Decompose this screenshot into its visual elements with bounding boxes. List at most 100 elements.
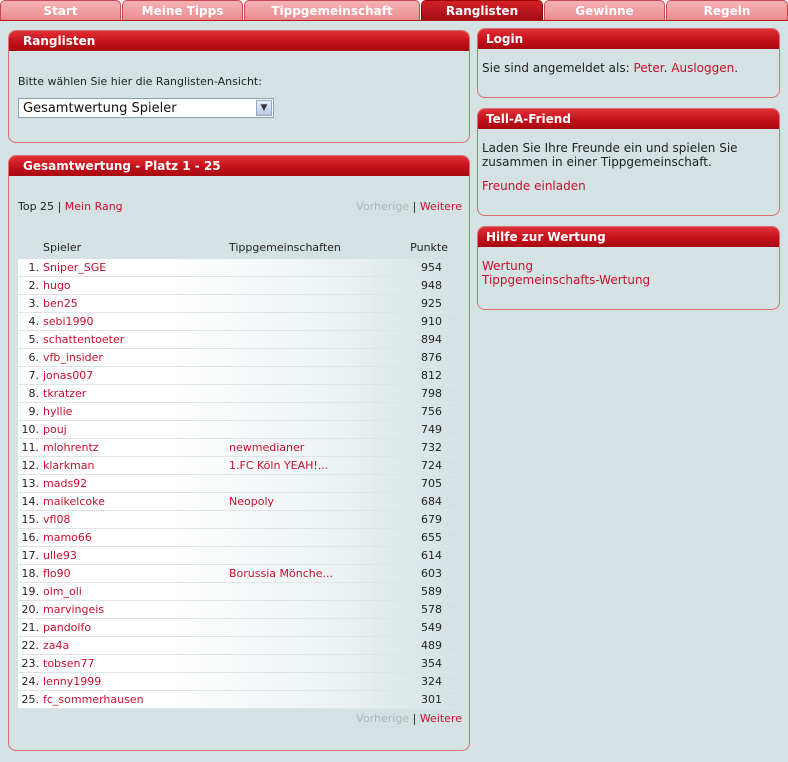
- tippgemeinschafts-wertung-link[interactable]: Tippgemeinschafts-Wertung: [482, 273, 650, 287]
- player-link[interactable]: lenny1999: [43, 675, 101, 688]
- select-value: Gesamtwertung Spieler: [23, 100, 177, 116]
- table-row: 25. fc_sommerhausen 301: [18, 691, 458, 709]
- player-link[interactable]: schattentoeter: [43, 333, 124, 346]
- ranglisten-title: Ranglisten: [9, 31, 469, 51]
- group-link[interactable]: Borussia Mönche...: [229, 567, 333, 580]
- rank-position: 20.: [21, 603, 40, 616]
- player-link[interactable]: klarkman: [43, 459, 95, 472]
- prev-link-bottom[interactable]: Vorherige: [356, 712, 409, 725]
- separator: |: [412, 200, 417, 213]
- wertung-link[interactable]: Wertung: [482, 259, 533, 273]
- rank-filter: Top 25 | Mein Rang: [18, 200, 123, 213]
- table-row: 4. sebi1990 910: [18, 313, 458, 331]
- user-link[interactable]: Peter: [633, 61, 663, 75]
- player-link[interactable]: za4a: [43, 639, 69, 652]
- player-link[interactable]: sebi1990: [43, 315, 94, 328]
- player-link[interactable]: tkratzer: [43, 387, 86, 400]
- tab-regeln[interactable]: Regeln: [666, 0, 788, 20]
- player-link[interactable]: olm_oli: [43, 585, 82, 598]
- tab-ranglisten[interactable]: Ranglisten: [421, 0, 543, 20]
- table-row: 16. mamo66 655: [18, 529, 458, 547]
- dot: .: [663, 61, 668, 75]
- points-value: 954: [421, 261, 442, 274]
- player-link[interactable]: mads92: [43, 477, 87, 490]
- points-value: 910: [421, 315, 442, 328]
- group-link[interactable]: newmedianer: [229, 441, 304, 454]
- tab-gewinne[interactable]: Gewinne: [544, 0, 665, 20]
- col-groups: Tippgemeinschaften: [229, 241, 341, 254]
- player-link[interactable]: mlohrentz: [43, 441, 99, 454]
- player-link[interactable]: pandolfo: [43, 621, 91, 634]
- points-value: 679: [421, 513, 442, 526]
- player-link[interactable]: jonas007: [43, 369, 93, 382]
- prev-link-top[interactable]: Vorherige: [356, 200, 409, 213]
- rank-position: 5.: [28, 333, 40, 346]
- ranking-table: Spieler Tippgemeinschaften Punkte 1. Snip…: [18, 241, 458, 709]
- next-link-top[interactable]: Weitere: [420, 200, 462, 213]
- table-row: 7. jonas007 812: [18, 367, 458, 385]
- points-value: 655: [421, 531, 442, 544]
- rank-position: 1.: [28, 261, 40, 274]
- player-link[interactable]: mamo66: [43, 531, 92, 544]
- table-row: 9. hyllie 756: [18, 403, 458, 421]
- ranglisten-panel: Ranglisten Bitte wählen Sie hier die Ran…: [8, 30, 470, 143]
- player-link[interactable]: ulle93: [43, 549, 77, 562]
- chevron-down-icon[interactable]: ▼: [256, 100, 272, 116]
- player-link[interactable]: fc_sommerhausen: [43, 693, 144, 706]
- tell-a-friend-title: Tell-A-Friend: [478, 109, 779, 129]
- rank-position: 19.: [21, 585, 40, 598]
- points-value: 812: [421, 369, 442, 382]
- tab-start[interactable]: Start: [0, 0, 121, 20]
- group-link[interactable]: 1.FC Köln YEAH!...: [229, 459, 328, 472]
- points-value: 489: [421, 639, 442, 652]
- table-row: 15. vfl08 679: [18, 511, 458, 529]
- points-value: 549: [421, 621, 442, 634]
- rank-position: 3.: [28, 297, 40, 310]
- col-points: Punkte: [410, 241, 448, 254]
- next-link-bottom[interactable]: Weitere: [420, 712, 462, 725]
- login-panel: Login Sie sind angemeldet als: Peter. Au…: [477, 28, 780, 98]
- ranglisten-view-select[interactable]: Gesamtwertung Spieler ▼: [18, 98, 274, 118]
- rank-position: 12.: [21, 459, 40, 472]
- points-value: 705: [421, 477, 442, 490]
- player-link[interactable]: hyllie: [43, 405, 72, 418]
- points-value: 578: [421, 603, 442, 616]
- group-link[interactable]: Neopoly: [229, 495, 274, 508]
- mein-rang-link[interactable]: Mein Rang: [65, 200, 123, 213]
- player-link[interactable]: tobsen77: [43, 657, 95, 670]
- points-value: 684: [421, 495, 442, 508]
- player-link[interactable]: vfb_insider: [43, 351, 103, 364]
- logout-link[interactable]: Ausloggen: [671, 61, 734, 75]
- player-link[interactable]: ben25: [43, 297, 78, 310]
- dot: .: [734, 61, 739, 75]
- tab-meine-tipps[interactable]: Meine Tipps: [122, 0, 243, 20]
- tell-line-2: zusammen in einer Tippgemeinschaft.: [482, 155, 712, 169]
- rank-position: 4.: [28, 315, 40, 328]
- player-link[interactable]: flo90: [43, 567, 71, 580]
- table-row: 3. ben25 925: [18, 295, 458, 313]
- separator: |: [57, 200, 62, 213]
- player-link[interactable]: vfl08: [43, 513, 70, 526]
- points-value: 724: [421, 459, 442, 472]
- player-link[interactable]: maikelcoke: [43, 495, 105, 508]
- player-link[interactable]: hugo: [43, 279, 71, 292]
- ranglisten-prompt: Bitte wählen Sie hier die Ranglisten-Ans…: [18, 75, 262, 88]
- rank-position: 10.: [21, 423, 40, 436]
- points-value: 749: [421, 423, 442, 436]
- points-value: 756: [421, 405, 442, 418]
- tab-tippgemeinschaft[interactable]: Tippgemeinschaft: [244, 0, 420, 20]
- points-value: 324: [421, 675, 442, 688]
- invite-friends-link[interactable]: Freunde einladen: [482, 179, 586, 193]
- rank-position: 15.: [21, 513, 40, 526]
- table-row: 23. tobsen77 354: [18, 655, 458, 673]
- table-row: 21. pandolfo 549: [18, 619, 458, 637]
- player-link[interactable]: Sniper_SGE: [43, 261, 106, 274]
- hilfe-title: Hilfe zur Wertung: [478, 227, 779, 247]
- player-link[interactable]: marvingeis: [43, 603, 104, 616]
- top25-label: Top 25: [18, 200, 55, 213]
- table-row: 2. hugo 948: [18, 277, 458, 295]
- table-row: 6. vfb_insider 876: [18, 349, 458, 367]
- table-row: 1. Sniper_SGE 954: [18, 259, 458, 277]
- player-link[interactable]: pouj: [43, 423, 67, 436]
- rank-position: 16.: [21, 531, 40, 544]
